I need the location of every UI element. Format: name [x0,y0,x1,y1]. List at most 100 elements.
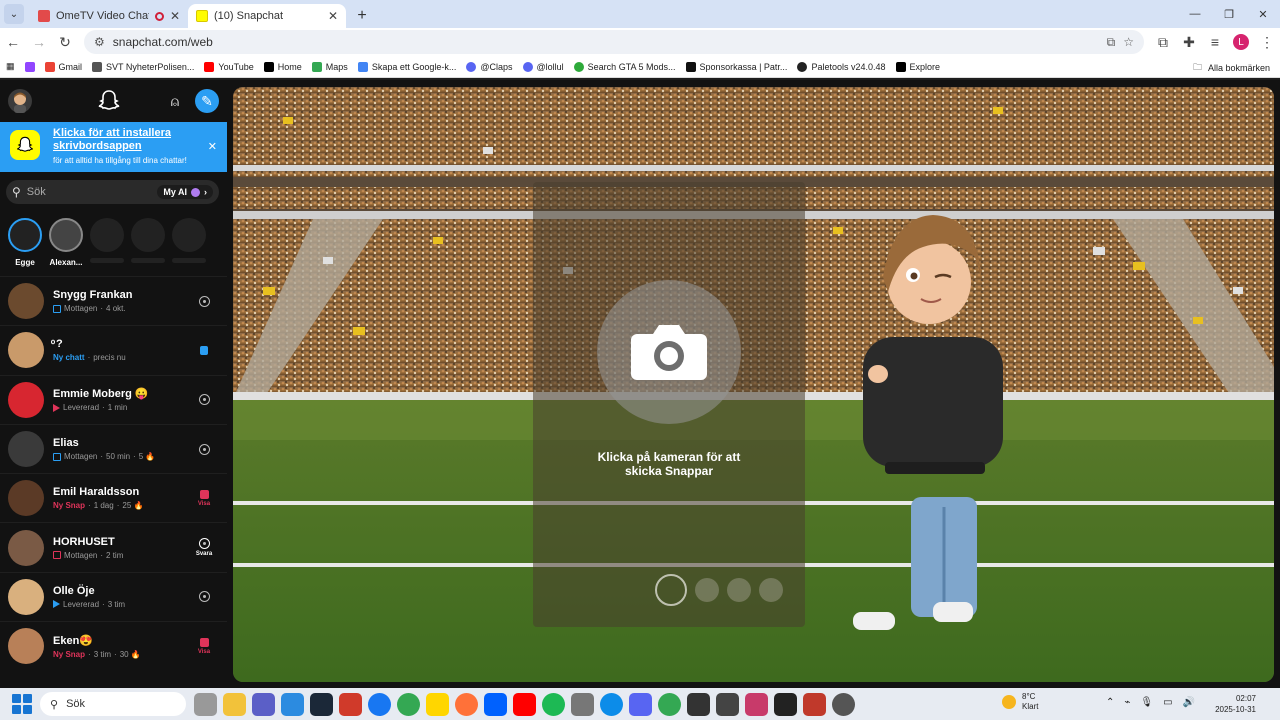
camera-reply-button[interactable] [189,295,219,307]
capcut-icon[interactable] [774,692,797,716]
close-tab-icon[interactable]: ✕ [328,9,338,23]
search-input[interactable]: Sök [27,186,152,198]
chat-item[interactable]: Olle Öje Levererad · 3 tim [0,571,227,621]
all-bookmarks[interactable]: 🗀 Alla bokmärken [1193,60,1270,76]
url-text[interactable]: snapchat.com/web [113,35,1099,49]
bookmark-youtube[interactable]: YouTube [204,61,254,72]
bookmark-star-icon[interactable]: ☆ [1123,35,1134,49]
tab-search-button[interactable]: ⌄ [4,4,24,24]
youtube-icon[interactable] [513,692,536,716]
profile-button[interactable]: L [1228,29,1254,55]
app-icon[interactable] [832,692,855,716]
app-icon[interactable] [745,692,768,716]
teams-icon[interactable] [252,692,275,716]
open-camera-button[interactable] [597,280,741,424]
bookmark-paletools[interactable]: Paletools v24.0.48 [797,61,886,72]
volume-icon[interactable]: 🔊 [1183,697,1195,708]
close-banner-icon[interactable]: ✕ [208,140,217,153]
bookmark-lollul[interactable]: @lollul [522,61,564,72]
lens-option[interactable] [695,578,719,602]
task-view-icon[interactable] [194,692,217,716]
extensions-icon[interactable]: ⧉ [1150,29,1176,55]
steam-icon[interactable] [310,692,333,716]
close-tab-icon[interactable]: ✕ [170,9,180,23]
story-egge[interactable]: Egge [8,218,42,274]
spotify-icon[interactable] [542,692,565,716]
story-alexander[interactable]: Alexan... [49,218,83,274]
settings-icon[interactable] [571,692,594,716]
chrome-profile-icon[interactable] [658,692,681,716]
reply-button[interactable]: Svara [189,538,219,557]
banner-title[interactable]: Klicka för att installera skrivbordsappe… [53,127,219,153]
address-bar[interactable]: ⚙ snapchat.com/web ⧉ ☆ [84,30,1144,54]
app-icon[interactable] [687,692,710,716]
bookmark-explore[interactable]: Explore [895,61,940,72]
game-launcher-icon[interactable] [339,692,362,716]
camera-reply-button[interactable] [189,394,219,406]
close-window-icon[interactable]: ✕ [1246,0,1280,28]
network-icon[interactable]: ⌁ [1124,697,1130,708]
windows-start-button[interactable] [12,694,32,714]
clock[interactable]: 02:07 2025-10-31 [1215,693,1256,715]
new-chat-icon[interactable]: ✎ [195,89,219,113]
media-icon[interactable]: ≡ [1202,29,1228,55]
my-profile-avatar[interactable] [8,89,32,113]
store-icon[interactable] [281,692,304,716]
mic-icon[interactable]: 🎙 [1140,697,1153,708]
forward-icon[interactable]: → [26,29,52,55]
add-friend-icon[interactable]: ⍝ [163,89,187,113]
bookmark-twitch[interactable] [24,61,35,72]
maximize-icon[interactable]: ❐ [1212,0,1246,28]
chat-item[interactable]: Snygg Frankan Mottagen · 4 okt. [0,276,227,325]
lens-option[interactable] [759,578,783,602]
install-app-icon[interactable]: ⧉ [1107,35,1116,50]
chrome-icon[interactable] [397,692,420,716]
chat-item[interactable]: HORHUSET Mottagen · 2 tim Svara [0,522,227,571]
bookmark-claps[interactable]: @Claps [466,61,513,72]
bookmark-svt[interactable]: SVT NyheterPolisen... [92,61,194,72]
search-bar[interactable]: ⚲ Sök My AI › [6,180,219,204]
display-icon[interactable]: ▭ [1163,697,1172,708]
edge-icon[interactable] [600,692,623,716]
apps-icon[interactable]: ▦ [6,61,15,72]
bookmark-google[interactable]: Skapa ett Google-k... [357,61,456,72]
taskbar-search[interactable]: ⚲ Sök [40,692,186,716]
chat-item[interactable]: ͦ ? Ny chatt · precis nu [0,325,227,374]
bookmark-maps[interactable]: Maps [311,61,348,72]
back-icon[interactable]: ← [0,29,26,55]
facebook-icon[interactable] [368,692,391,716]
file-explorer-icon[interactable] [223,692,246,716]
app-icon[interactable] [803,692,826,716]
install-banner[interactable]: Klicka för att installera skrivbordsappe… [0,122,227,172]
minimize-icon[interactable]: — [1178,0,1212,28]
new-chat-indicator[interactable] [189,345,219,355]
camera-reply-button[interactable] [189,591,219,603]
chevron-up-icon[interactable]: ⌃ [1106,697,1114,708]
site-info-icon[interactable]: ⚙ [94,35,105,49]
bookmark-gta[interactable]: Search GTA 5 Mods... [573,61,676,72]
chat-item[interactable]: Emil Haraldsson Ny Snap · 1 dag · 25 🔥 Visa [0,473,227,522]
lens-selected[interactable] [655,574,687,606]
reload-icon[interactable]: ↻ [52,29,78,55]
chat-item[interactable]: Eken😍 Ny Snap · 3 tim · 30 🔥 Visa [0,621,227,670]
tab-ometv[interactable]: OmeTV Video Chat — Ome ✕ [30,4,188,28]
app-icon[interactable] [716,692,739,716]
view-snap-button[interactable]: Visa [189,637,219,655]
bookmark-home[interactable]: Home [263,61,302,72]
camera-reply-button[interactable] [189,443,219,455]
new-tab-button[interactable]: + [350,4,374,28]
puzzle-icon[interactable]: ✚ [1176,29,1202,55]
notes-icon[interactable] [426,692,449,716]
my-ai-button[interactable]: My AI › [157,185,213,199]
dropbox-icon[interactable] [484,692,507,716]
weather-widget[interactable]: 8°C Klart [1002,692,1038,712]
discord-icon[interactable] [629,692,652,716]
bookmark-gmail[interactable]: Gmail [44,61,82,72]
chat-item[interactable]: Emmie Moberg 😛 Levererad · 1 min [0,374,227,424]
lens-option[interactable] [727,578,751,602]
bookmark-patreon[interactable]: Sponsorkassa | Patr... [685,61,787,72]
view-snap-button[interactable]: Visa [189,489,219,507]
menu-icon[interactable]: ⋮ [1254,29,1280,55]
firefox-icon[interactable] [455,692,478,716]
chat-item[interactable]: Elias Mottagen · 50 min · 5 🔥 [0,423,227,473]
